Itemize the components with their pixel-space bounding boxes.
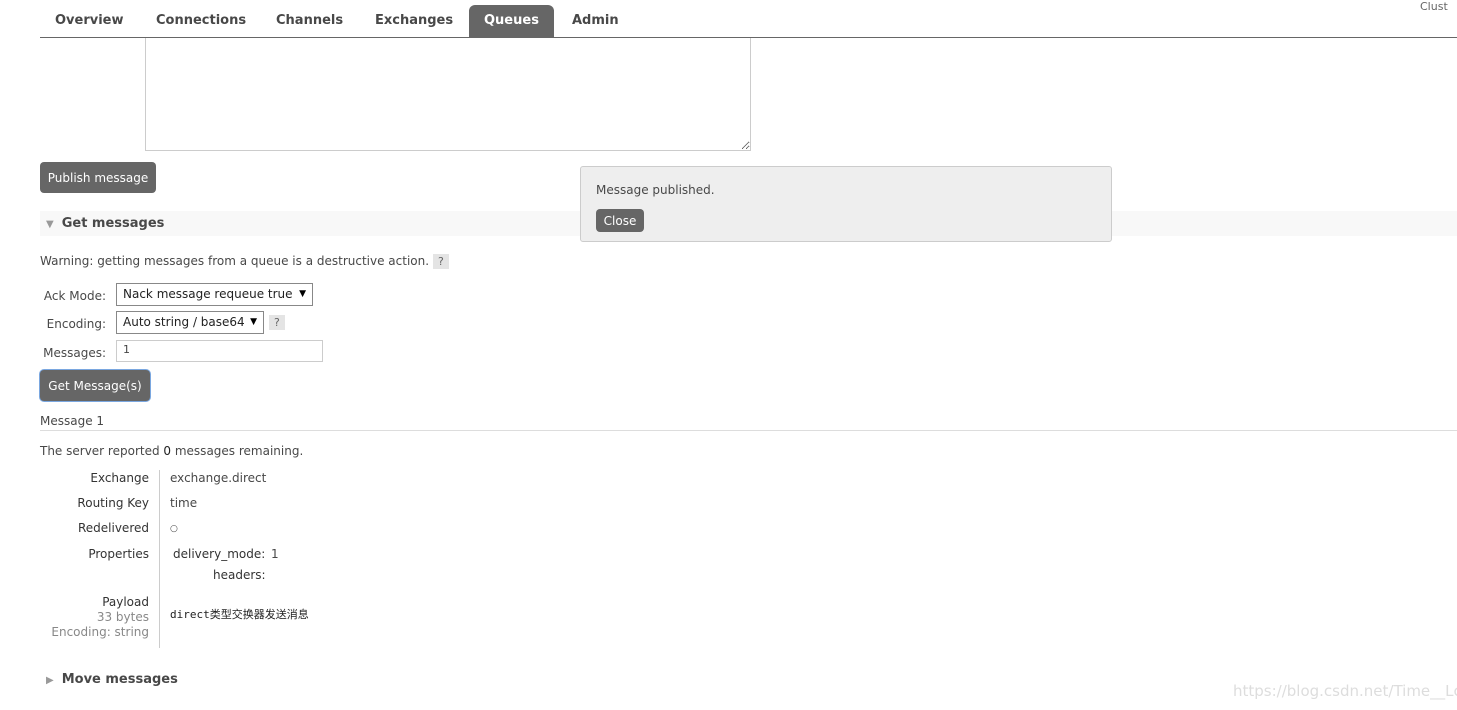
encoding-label: Encoding:: [46, 317, 106, 331]
properties-key: Properties: [88, 547, 149, 561]
exchange-key: Exchange: [90, 471, 149, 485]
headers-key: headers:: [213, 568, 266, 582]
messages-count-input[interactable]: 1: [116, 340, 323, 362]
payload-encoding: Encoding: string: [51, 625, 149, 639]
warning-text: Warning: getting messages from a queue i…: [40, 254, 449, 269]
warning-label: Warning: getting messages from a queue i…: [40, 254, 430, 268]
tab-channels[interactable]: Channels: [261, 5, 358, 37]
exchange-value: exchange.direct: [170, 471, 267, 485]
section-title: Get messages: [61, 216, 165, 231]
delivery-mode-value: 1: [271, 547, 279, 561]
redelivered-key: Redelivered: [77, 521, 149, 535]
tab-queues[interactable]: Queues: [469, 5, 554, 37]
help-icon[interactable]: ?: [269, 315, 285, 330]
payload-value: direct类型交换器发送消息: [170, 608, 309, 621]
ack-mode-label: Ack Mode:: [43, 289, 106, 303]
encoding-value: Auto string / base64: [123, 315, 245, 329]
watermark: https://blog.csdn.net/Time__Lc: [1233, 682, 1457, 700]
triangle-right-icon: ▶: [46, 675, 54, 686]
dropdown-arrow-icon: ▼: [250, 317, 257, 327]
dropdown-arrow-icon: ▼: [299, 289, 306, 299]
notification-popup: Message published. Close: [580, 166, 1112, 242]
tab-exchanges[interactable]: Exchanges: [360, 5, 468, 37]
routing-key-key: Routing Key: [77, 496, 149, 510]
popup-message: Message published.: [596, 183, 715, 197]
main-tabs: Overview Connections Channels Exchanges …: [40, 5, 1457, 38]
routing-key-value: time: [170, 496, 198, 510]
redelivered-value: ○: [170, 524, 178, 534]
ack-mode-value: Nack message requeue true: [123, 287, 293, 301]
payload-size: 33 bytes: [96, 610, 149, 624]
encoding-select[interactable]: Auto string / base64 ▼: [116, 311, 264, 334]
divider: [40, 430, 1457, 431]
message-title: Message 1: [40, 414, 105, 428]
messages-label: Messages:: [43, 346, 106, 360]
tab-admin[interactable]: Admin: [557, 5, 634, 37]
close-button[interactable]: Close: [596, 209, 644, 232]
messages-remaining: The server reported 0 messages remaining…: [40, 444, 303, 458]
reported-post: messages remaining.: [171, 444, 304, 458]
section-title: Move messages: [61, 672, 178, 687]
ack-mode-select[interactable]: Nack message requeue true ▼: [116, 283, 313, 306]
help-icon[interactable]: ?: [433, 254, 449, 269]
reported-pre: The server reported: [40, 444, 164, 458]
divider: [159, 470, 160, 648]
triangle-down-icon: ▼: [46, 219, 54, 230]
reported-count: 0: [163, 444, 172, 458]
delivery-mode-key: delivery_mode:: [173, 547, 266, 561]
publish-message-button[interactable]: Publish message: [40, 162, 156, 193]
get-messages-button[interactable]: Get Message(s): [40, 370, 150, 401]
tab-connections[interactable]: Connections: [141, 5, 261, 37]
payload-key: Payload: [102, 595, 149, 609]
payload-textarea[interactable]: [145, 38, 751, 151]
tab-overview[interactable]: Overview: [40, 5, 139, 37]
